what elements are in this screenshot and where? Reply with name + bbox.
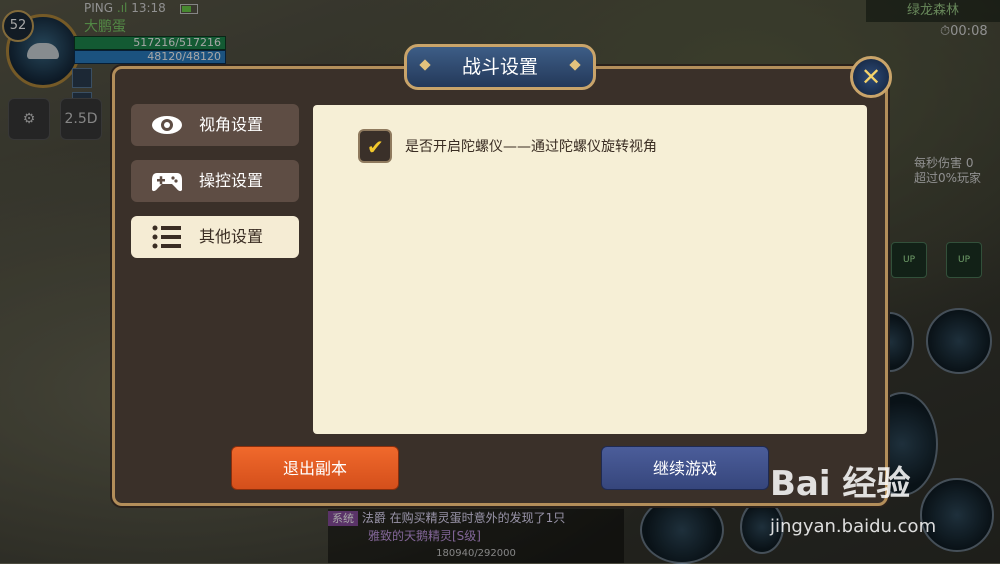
gamepad-icon (152, 173, 182, 192)
checkmark-icon: ✔ (367, 135, 384, 159)
list-icon (152, 225, 181, 249)
dialog-title: 战斗设置 (404, 44, 596, 90)
baidu-watermark-url: jingyan.baidu.com (770, 516, 937, 537)
close-button[interactable]: ✕ (850, 56, 892, 98)
baidu-watermark: Bai 经验 (770, 464, 911, 504)
continue-game-button[interactable]: 继续游戏 (601, 446, 769, 490)
exit-dungeon-button[interactable]: 退出副本 (231, 446, 399, 490)
tab-view-settings[interactable]: 视角设置 (131, 104, 299, 146)
tab-control-settings[interactable]: 操控设置 (131, 160, 299, 202)
gyroscope-checkbox[interactable]: ✔ (358, 129, 392, 163)
tab-other-settings[interactable]: 其他设置 (131, 216, 299, 258)
eye-icon (152, 116, 182, 134)
gyroscope-option-label: 是否开启陀螺仪——通过陀螺仪旋转视角 (405, 139, 657, 155)
diamond-ornament-icon (419, 59, 431, 71)
diamond-ornament-icon (569, 59, 581, 71)
close-icon: ✕ (860, 63, 882, 91)
